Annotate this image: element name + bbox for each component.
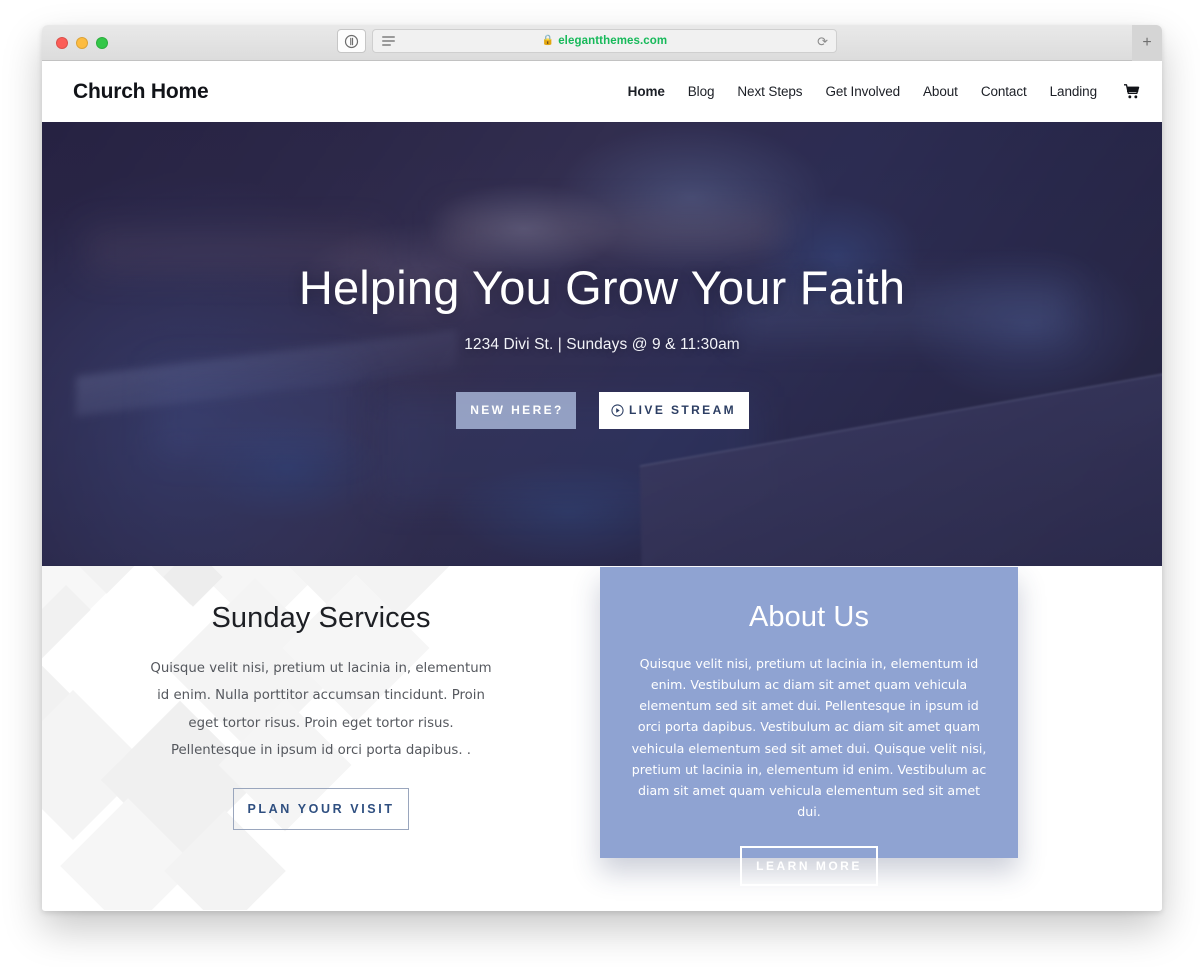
sunday-services-title: Sunday Services <box>211 602 431 634</box>
nav-item-get-involved[interactable]: Get Involved <box>825 84 900 99</box>
nav-item-contact[interactable]: Contact <box>981 84 1027 99</box>
live-stream-button[interactable]: LIVE STREAM <box>598 391 749 429</box>
browser-toolbar: 🔒 elegantthemes.com ⟳ <box>337 29 837 53</box>
nav-item-landing[interactable]: Landing <box>1050 84 1097 99</box>
sidebar-toggle-icon <box>344 34 359 48</box>
address-bar[interactable]: 🔒 elegantthemes.com ⟳ <box>372 29 837 53</box>
sunday-services-body: Quisque velit nisi, pretium ut lacinia i… <box>150 661 492 758</box>
reload-icon[interactable]: ⟳ <box>817 35 828 48</box>
lock-icon: 🔒 <box>541 35 555 46</box>
about-us-card: About Us Quisque velit nisi, pretium ut … <box>600 567 1018 887</box>
shopping-cart-icon[interactable] <box>1123 84 1140 99</box>
hero-section: Helping You Grow Your Faith 1234 Divi St… <box>42 122 1162 566</box>
learn-more-button[interactable]: LEARN MORE <box>740 846 878 887</box>
play-circle-icon <box>611 404 624 417</box>
site-logo[interactable]: Church Home <box>73 80 209 104</box>
zoom-window-button[interactable] <box>96 36 108 49</box>
nav-item-about[interactable]: About <box>923 84 958 99</box>
sunday-services-block: Sunday Services Quisque velit nisi, pret… <box>42 566 600 830</box>
browser-window: 🔒 elegantthemes.com ⟳ + Church Home Home… <box>42 25 1162 911</box>
nav-item-home[interactable]: Home <box>628 84 665 99</box>
site-header: Church Home Home Blog Next Steps Get Inv… <box>42 61 1162 122</box>
hero-content: Helping You Grow Your Faith 1234 Divi St… <box>42 122 1162 429</box>
browser-titlebar: 🔒 elegantthemes.com ⟳ + <box>42 25 1162 61</box>
url-text: elegantthemes.com <box>558 35 668 47</box>
window-controls <box>56 36 108 49</box>
new-tab-button[interactable]: + <box>1132 25 1162 61</box>
hero-title: Helping You Grow Your Faith <box>298 261 906 314</box>
about-us-title: About Us <box>748 601 870 633</box>
hero-subtitle: 1234 Divi St. | Sundays @ 9 & 11:30am <box>464 335 740 353</box>
content-section: Sunday Services Quisque velit nisi, pret… <box>42 566 1162 910</box>
live-stream-button-label: LIVE STREAM <box>628 403 737 418</box>
plan-your-visit-button[interactable]: PLAN YOUR VISIT <box>233 788 409 830</box>
address-bar-content: 🔒 elegantthemes.com <box>373 35 836 47</box>
sidebar-toggle-button[interactable] <box>337 29 366 53</box>
close-window-button[interactable] <box>56 36 68 49</box>
main-navigation: Home Blog Next Steps Get Involved About … <box>628 84 1140 99</box>
nav-item-next-steps[interactable]: Next Steps <box>737 84 802 99</box>
new-here-button[interactable]: NEW HERE? <box>455 391 576 429</box>
about-us-body: Quisque velit nisi, pretium ut lacinia i… <box>631 656 987 820</box>
nav-item-blog[interactable]: Blog <box>688 84 715 99</box>
hero-button-group: NEW HERE? LIVE STREAM <box>42 391 1162 429</box>
minimize-window-button[interactable] <box>76 36 88 49</box>
